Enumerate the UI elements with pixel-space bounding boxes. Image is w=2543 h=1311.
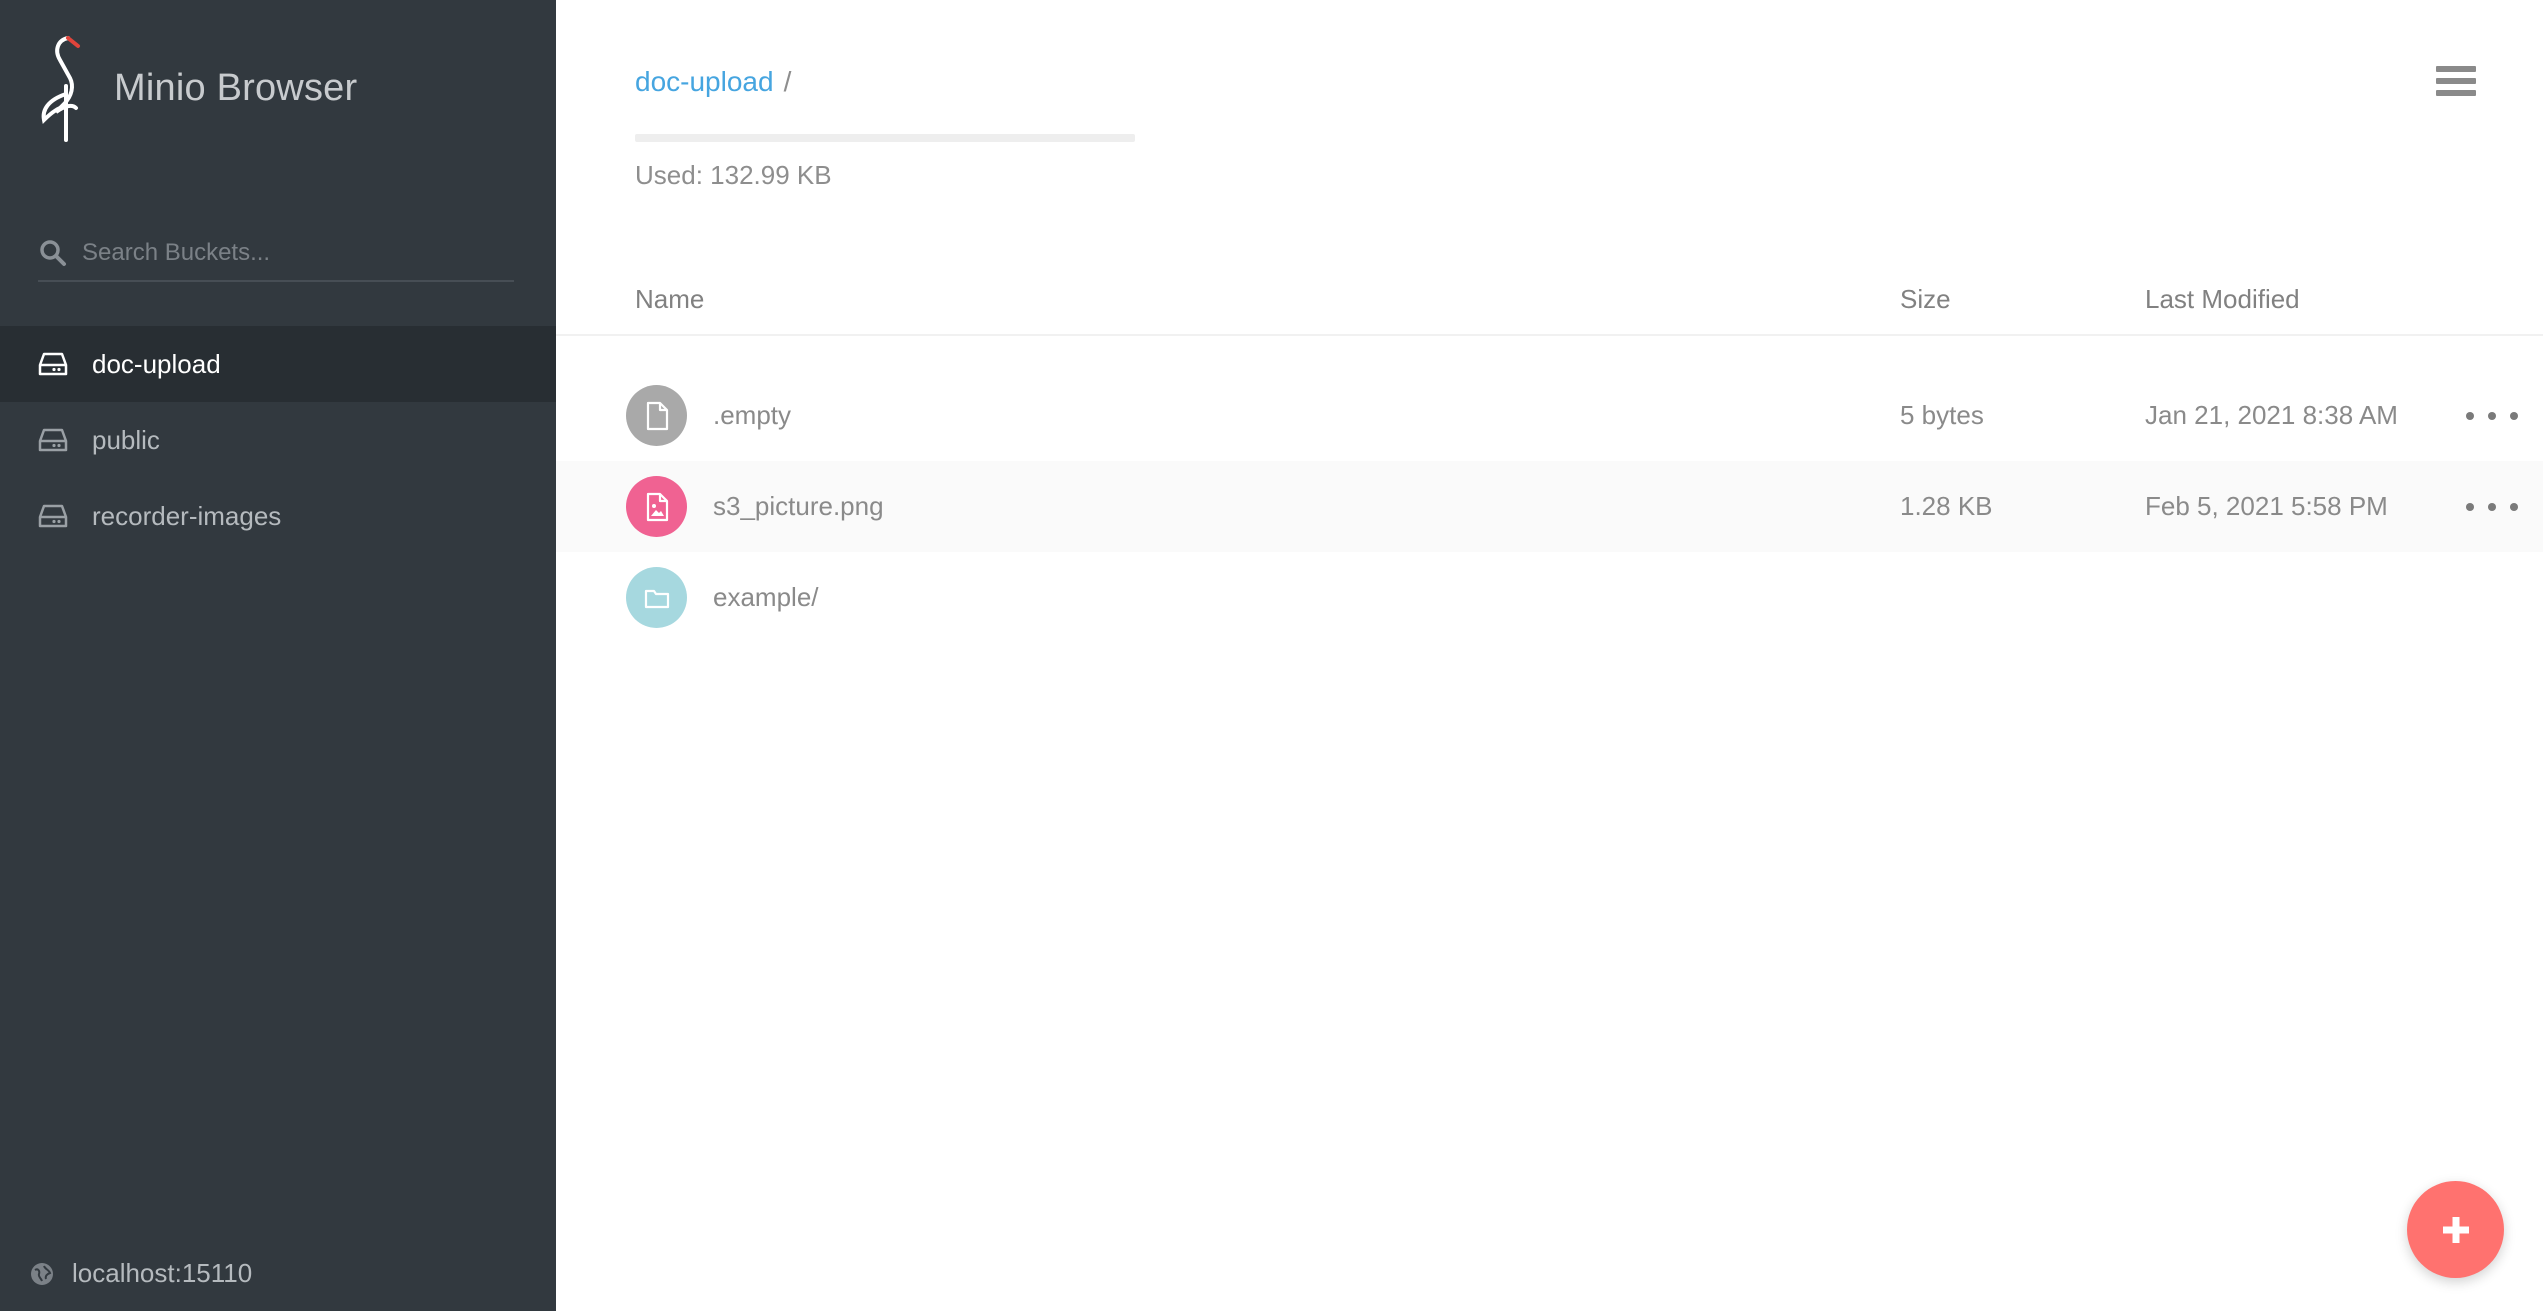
bucket-search — [38, 226, 514, 282]
object-size: 1.28 KB — [1900, 491, 1993, 521]
host-label: localhost:15110 — [72, 1258, 253, 1288]
bucket-item-public[interactable]: public — [0, 402, 556, 478]
image-file-icon[interactable] — [626, 476, 687, 537]
hard-drive-icon — [38, 504, 68, 528]
table-row[interactable]: .empty 5 bytes Jan 21, 2021 8:38 AM — [556, 370, 2543, 461]
menu-button[interactable] — [2436, 66, 2476, 102]
object-last-modified: Feb 5, 2021 5:58 PM — [2145, 491, 2388, 521]
column-header-last-modified[interactable]: Last Modified — [2145, 284, 2300, 315]
object-name[interactable]: example/ — [713, 582, 819, 613]
app-name: Minio Browser — [114, 66, 358, 109]
sidebar: Minio Browser doc-upload publi — [0, 0, 556, 1311]
breadcrumb: doc-upload / — [635, 66, 791, 98]
usage-label: Used: 132.99 KB — [635, 160, 832, 190]
more-options-icon[interactable] — [2466, 406, 2518, 426]
object-name[interactable]: .empty — [713, 400, 791, 431]
file-icon[interactable] — [626, 385, 687, 446]
plus-icon — [2442, 1216, 2469, 1243]
globe-icon — [31, 1262, 53, 1285]
object-size: 5 bytes — [1900, 400, 1984, 430]
object-last-modified: Jan 21, 2021 8:38 AM — [2145, 400, 2398, 430]
table-row[interactable]: s3_picture.png 1.28 KB Feb 5, 2021 5:58 … — [556, 461, 2543, 552]
minio-logo-icon — [41, 36, 80, 142]
bucket-item-recorder-images[interactable]: recorder-images — [0, 478, 556, 554]
usage-bar — [635, 134, 1135, 142]
object-browser: doc-upload / Used: 132.99 KB Name Size L… — [556, 0, 2543, 1311]
hard-drive-icon — [38, 352, 68, 376]
breadcrumb-separator: / — [783, 66, 792, 97]
bucket-label: doc-upload — [92, 348, 221, 379]
object-name[interactable]: s3_picture.png — [713, 491, 884, 522]
host-info: localhost:15110 — [30, 1258, 252, 1289]
more-options-icon[interactable] — [2466, 497, 2518, 517]
column-header-size[interactable]: Size — [1900, 284, 1951, 315]
breadcrumb-bucket-link[interactable]: doc-upload — [635, 66, 774, 98]
bucket-label: recorder-images — [92, 500, 282, 531]
bucket-label: public — [92, 424, 160, 455]
bucket-list: doc-upload public recorder-images — [0, 326, 556, 554]
search-input[interactable] — [82, 239, 502, 267]
folder-icon[interactable] — [626, 567, 687, 628]
brand: Minio Browser — [38, 34, 357, 142]
hamburger-icon — [2436, 66, 2476, 72]
table-row[interactable]: example/ — [556, 552, 2543, 643]
search-icon — [40, 240, 66, 266]
object-list: .empty 5 bytes Jan 21, 2021 8:38 AM s3_p… — [556, 370, 2543, 643]
hard-drive-icon — [38, 428, 68, 452]
bucket-item-doc-upload[interactable]: doc-upload — [0, 326, 556, 402]
column-header-name[interactable]: Name — [635, 284, 704, 315]
table-header: Name Size Last Modified — [556, 270, 2543, 336]
add-button[interactable] — [2407, 1181, 2504, 1278]
